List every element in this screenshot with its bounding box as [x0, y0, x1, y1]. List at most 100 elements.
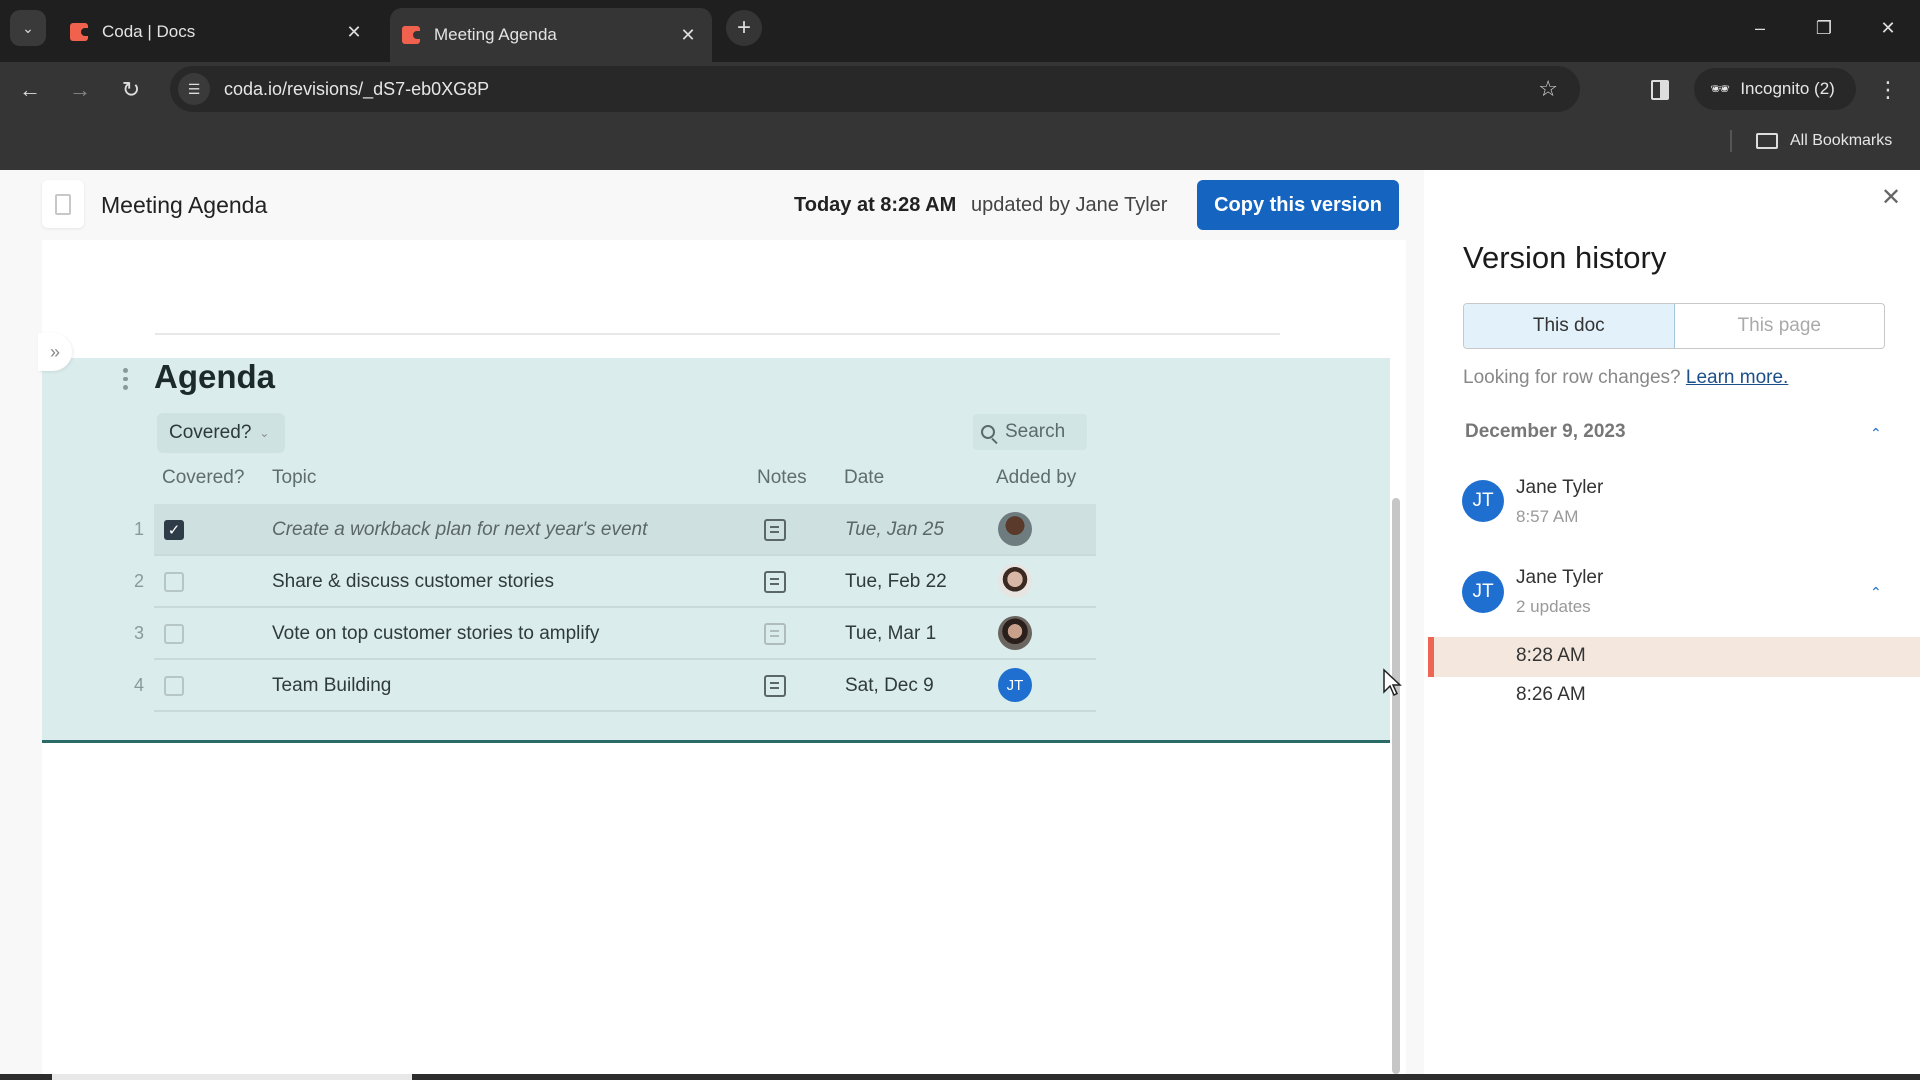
- copy-this-version-button[interactable]: Copy this version: [1197, 180, 1399, 230]
- topic-cell[interactable]: Create a workback plan for next year's e…: [272, 519, 647, 541]
- dot: [122, 376, 128, 382]
- collapse-group-icon[interactable]: ⌃: [1870, 584, 1882, 601]
- coda-favicon-icon: [70, 23, 88, 41]
- tab-meeting-agenda[interactable]: Meeting Agenda ✕: [390, 8, 712, 62]
- learn-more-link[interactable]: Learn more.: [1686, 367, 1788, 388]
- side-panel-icon: [1651, 80, 1669, 100]
- chevron-down-icon: ⌄: [259, 426, 270, 440]
- version-author[interactable]: Jane Tyler: [1516, 477, 1603, 499]
- notes-icon[interactable]: [764, 675, 786, 697]
- tab-coda-docs[interactable]: Coda | Docs ✕: [58, 8, 378, 56]
- close-icon: ✕: [1880, 17, 1896, 38]
- incognito-profile-button[interactable]: 🕶 Incognito (2): [1694, 68, 1856, 110]
- browser-menu-button[interactable]: ⋮: [1876, 72, 1900, 108]
- search-icon: [981, 425, 995, 439]
- restore-button[interactable]: ❐: [1804, 10, 1844, 46]
- version-item-selected[interactable]: 8:28 AM: [1428, 637, 1920, 677]
- agenda-section-bottom-border: [42, 740, 1390, 743]
- all-bookmarks-button[interactable]: All Bookmarks: [1756, 126, 1892, 156]
- back-button[interactable]: ←: [12, 72, 48, 108]
- date-cell[interactable]: Tue, Feb 22: [845, 571, 947, 593]
- topic-cell[interactable]: Team Building: [272, 675, 391, 697]
- column-header-topic[interactable]: Topic: [272, 467, 316, 489]
- bookmarks-bar: [0, 118, 1920, 170]
- close-panel-button[interactable]: ✕: [1878, 183, 1904, 211]
- document-icon: [55, 193, 71, 215]
- minimize-icon: –: [1754, 17, 1765, 38]
- close-tab-icon[interactable]: ✕: [676, 23, 700, 47]
- column-header-covered[interactable]: Covered?: [162, 467, 244, 489]
- block-handle[interactable]: [118, 366, 132, 392]
- arrow-left-icon: ←: [19, 77, 41, 102]
- address-bar[interactable]: ☰ coda.io/revisions/_dS7-eb0XG8P ☆: [170, 66, 1580, 112]
- reload-icon: ↻: [121, 77, 141, 102]
- divider: [155, 333, 1280, 335]
- scope-this-doc[interactable]: This doc: [1464, 304, 1675, 348]
- tab-list-button[interactable]: ⌄: [10, 10, 46, 46]
- forward-button[interactable]: →: [62, 72, 98, 108]
- column-header-notes[interactable]: Notes: [757, 467, 807, 489]
- avatar[interactable]: [998, 616, 1032, 650]
- covered-checkbox[interactable]: [164, 624, 184, 644]
- plus-icon: +: [736, 14, 751, 41]
- checkmark-icon: ✓: [167, 522, 181, 539]
- avatar-jt[interactable]: JT: [998, 668, 1032, 702]
- side-panel-button[interactable]: [1646, 74, 1674, 106]
- close-icon: ✕: [1880, 183, 1902, 211]
- topic-cell[interactable]: Share & discuss customer stories: [272, 571, 554, 593]
- date-cell[interactable]: Tue, Mar 1: [845, 623, 936, 645]
- row-changes-text: Looking for row changes?: [1463, 367, 1681, 388]
- table-search-button[interactable]: Search: [973, 414, 1087, 450]
- kebab-icon: ⋮: [1877, 77, 1899, 102]
- dot: [122, 368, 128, 373]
- url-text[interactable]: coda.io/revisions/_dS7-eb0XG8P: [224, 79, 489, 100]
- column-header-added-by[interactable]: Added by: [996, 467, 1076, 489]
- folder-icon: [1756, 133, 1778, 149]
- column-header-date[interactable]: Date: [844, 467, 884, 489]
- notes-icon-empty[interactable]: [764, 623, 786, 645]
- date-cell[interactable]: Tue, Jan 25: [845, 519, 944, 541]
- minimize-button[interactable]: –: [1740, 10, 1780, 46]
- double-chevron-right-icon: »: [49, 341, 60, 362]
- doc-icon-button[interactable]: [42, 180, 84, 228]
- close-window-button[interactable]: ✕: [1868, 10, 1908, 46]
- all-bookmarks-label: All Bookmarks: [1790, 132, 1893, 149]
- new-tab-button[interactable]: +: [726, 10, 762, 46]
- reload-button[interactable]: ↻: [113, 72, 149, 108]
- row-number: 2: [133, 571, 144, 591]
- tab-title: Meeting Agenda: [434, 25, 557, 44]
- scope-this-page[interactable]: This page: [1675, 304, 1885, 348]
- avatar[interactable]: [998, 564, 1032, 598]
- avatar[interactable]: [998, 512, 1032, 546]
- topic-cell[interactable]: Vote on top customer stories to amplify: [272, 623, 599, 645]
- filter-label: Covered?: [169, 422, 252, 443]
- covered-checkbox[interactable]: [164, 676, 184, 696]
- doc-title: Meeting Agenda: [101, 192, 268, 218]
- covered-checkbox[interactable]: [164, 572, 184, 592]
- dot: [122, 385, 128, 391]
- arrow-right-icon: →: [69, 77, 91, 102]
- row-number: 4: [133, 675, 144, 695]
- row-number: 1: [133, 519, 144, 539]
- site-info-icon[interactable]: ☰: [178, 73, 210, 105]
- covered-checkbox[interactable]: ✓: [164, 520, 184, 540]
- tab-title: Coda | Docs: [102, 22, 196, 41]
- collapse-date-group-icon[interactable]: ⌃: [1870, 425, 1882, 442]
- notes-icon[interactable]: [764, 571, 786, 593]
- date-cell[interactable]: Sat, Dec 9: [845, 675, 934, 697]
- version-time: 8:28 AM: [1516, 645, 1586, 666]
- covered-filter-chip[interactable]: Covered? ⌄: [157, 413, 285, 453]
- close-tab-icon[interactable]: ✕: [342, 20, 366, 44]
- profile-label: Incognito (2): [1740, 79, 1835, 98]
- version-item[interactable]: 8:26 AM: [1428, 676, 1920, 716]
- version-time[interactable]: 8:57 AM: [1516, 507, 1578, 527]
- notes-icon[interactable]: [764, 519, 786, 541]
- version-update-count[interactable]: 2 updates: [1516, 597, 1591, 617]
- star-icon[interactable]: ☆: [1538, 76, 1558, 102]
- search-label: Search: [1005, 421, 1066, 442]
- chevron-down-icon: ⌄: [22, 19, 34, 36]
- version-author[interactable]: Jane Tyler: [1516, 567, 1603, 589]
- row-changes-hint: Looking for row changes? Learn more.: [1463, 367, 1788, 389]
- doc-scrollbar[interactable]: [1392, 498, 1400, 1074]
- row-number: 3: [133, 623, 144, 643]
